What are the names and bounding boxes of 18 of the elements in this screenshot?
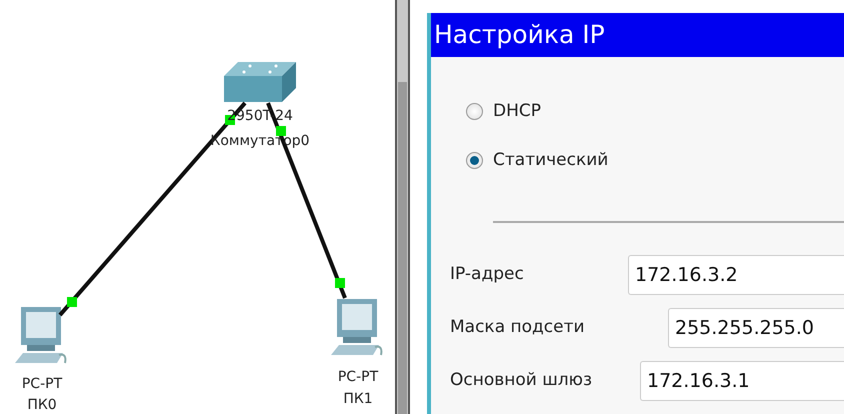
- radio-label[interactable]: Статический: [493, 148, 608, 173]
- input-field[interactable]: 172.16.3.1: [640, 361, 844, 401]
- radio-label[interactable]: DHCP: [493, 99, 541, 124]
- device-name-label: ПК0: [27, 398, 57, 412]
- field-label: Маска подсети: [449, 316, 586, 340]
- switch-icon[interactable]: [224, 60, 296, 104]
- radio-button[interactable]: [466, 152, 483, 169]
- scrollbar-thumb[interactable]: [398, 82, 407, 414]
- input-field[interactable]: 172.16.3.2: [628, 255, 844, 295]
- input-field[interactable]: 255.255.255.0: [668, 308, 844, 348]
- device-name-label: ПК1: [343, 392, 373, 406]
- field-label: IP-адрес: [449, 263, 525, 286]
- field-label: Основной шлюз: [449, 369, 594, 392]
- radio-button[interactable]: [466, 103, 483, 120]
- dialog-title: Настройка IP: [431, 13, 844, 57]
- device-model-label: PC-PT: [22, 377, 62, 391]
- device-model-label: PC-PT: [338, 370, 378, 384]
- scrollbar[interactable]: [395, 0, 410, 414]
